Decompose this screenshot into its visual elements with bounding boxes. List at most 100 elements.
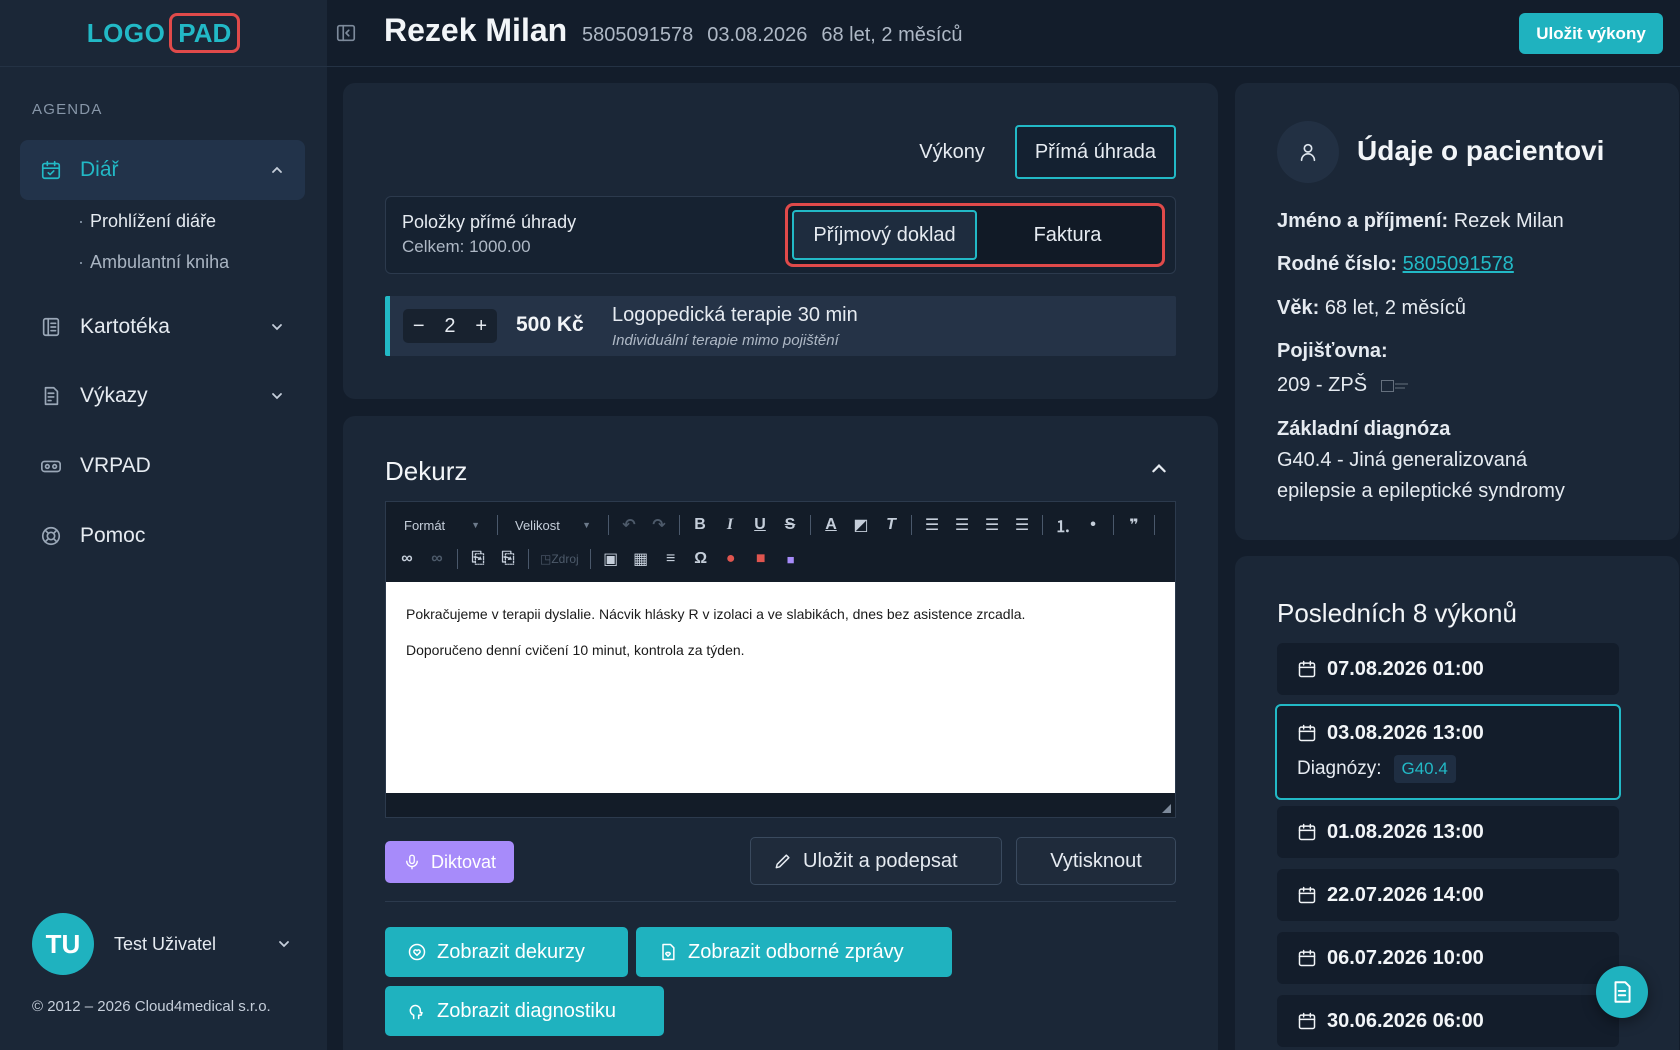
nav-section-agenda: AGENDA <box>32 101 103 118</box>
brand-logo[interactable]: LOGO PAD <box>0 0 327 67</box>
visit-item[interactable]: 07.08.2026 01:00 <box>1277 643 1619 695</box>
sidebar-item-pomoc[interactable]: Pomoc <box>20 506 305 566</box>
calendar-icon <box>1298 1012 1316 1030</box>
tab-vykony[interactable]: Výkony <box>899 125 1005 179</box>
source-icon: ◳ <box>540 552 552 566</box>
document-type-toggle: Příjmový doklad Faktura <box>785 203 1165 267</box>
source-label: Zdroj <box>551 552 579 566</box>
size-select[interactable]: Velikost ▼ <box>505 513 601 537</box>
patient-rc-link[interactable]: 5805091578 <box>1403 253 1514 275</box>
strikethrough-icon[interactable]: S <box>777 513 803 537</box>
patient-age-label: Věk: <box>1277 297 1320 319</box>
table-icon[interactable]: ▦ <box>628 547 654 571</box>
editor-content[interactable]: Pokračujeme v terapii dyslalie. Nácvik h… <box>386 582 1175 793</box>
calendar-icon <box>1298 886 1316 904</box>
save-sign-button[interactable]: Uložit a podepsat <box>750 837 1002 885</box>
undo-icon[interactable]: ↶ <box>616 513 642 537</box>
format-select-label: Formát <box>404 517 446 533</box>
ai-icon[interactable]: ■ <box>778 547 804 571</box>
speech-bubble-icon[interactable]: ● <box>718 547 744 571</box>
insurance-label-text: Pojišťovna: <box>1277 340 1388 362</box>
show-dekurz-button[interactable]: Zobrazit dekurzy <box>385 927 628 977</box>
quantity-stepper: − 2 + <box>403 309 497 343</box>
bullet-list-icon[interactable]: • <box>1080 513 1106 537</box>
numbered-list-icon[interactable]: ⒈ <box>1050 513 1076 537</box>
paste-word-icon[interactable]: ⎘ <box>495 547 521 571</box>
clear-format-icon[interactable]: T <box>878 513 904 537</box>
italic-icon[interactable]: I <box>717 513 743 537</box>
decrement-button[interactable]: − <box>413 315 425 338</box>
link-icon[interactable]: ∞ <box>394 547 420 571</box>
special-char-icon[interactable]: Ω <box>688 547 714 571</box>
sidebar-item-diar[interactable]: Diář <box>20 140 305 200</box>
calendar-icon <box>1298 660 1316 678</box>
document-icon <box>1614 981 1631 1003</box>
sidebar-item-vrpad[interactable]: VRPAD <box>20 436 305 496</box>
visit-item-selected[interactable]: 03.08.2026 13:00 Diagnózy: G40.4 <box>1275 704 1621 800</box>
source-button[interactable]: ◳ Zdroj <box>536 547 583 571</box>
tab-prima-uhrada[interactable]: Přímá úhrada <box>1014 125 1176 179</box>
format-select[interactable]: Formát ▼ <box>394 513 490 537</box>
document-template-icon[interactable]: ■ <box>748 547 774 571</box>
image-icon[interactable]: ▣ <box>598 547 624 571</box>
sidebar-subitem-ambulantni-kniha[interactable]: Ambulantní kniha <box>78 252 229 273</box>
sidebar-item-label: Kartotéka <box>80 315 170 338</box>
visit-diagnoses: Diagnózy: G40.4 <box>1297 754 1456 783</box>
rich-text-editor: Formát ▼ Velikost ▼ ↶ ↷ B I U S A ◩ T ☰ ☰ … <box>385 501 1176 818</box>
background-color-icon[interactable]: ◩ <box>848 513 874 537</box>
text-color-icon[interactable]: A <box>818 513 844 537</box>
user-menu[interactable]: TU Test Uživatel <box>32 912 292 976</box>
visit-item[interactable]: 22.07.2026 14:00 <box>1277 869 1619 921</box>
toolbar-separator <box>528 549 529 569</box>
unlink-icon[interactable]: ∞ <box>424 547 450 571</box>
diagnosis-label: Základní diagnóza <box>1277 418 1450 441</box>
visit-item[interactable]: 01.08.2026 13:00 <box>1277 806 1619 858</box>
redo-icon[interactable]: ↷ <box>646 513 672 537</box>
patient-age: 68 let, 2 měsíců <box>821 24 963 46</box>
editor-footer <box>386 793 1175 817</box>
toolbar-separator <box>810 515 811 535</box>
receipt-button[interactable]: Příjmový doklad <box>792 210 977 260</box>
chevron-down-icon <box>272 324 282 331</box>
bold-icon[interactable]: B <box>687 513 713 537</box>
toolbar-separator <box>911 515 912 535</box>
print-button[interactable]: Vytisknout <box>1016 837 1176 885</box>
dictate-button[interactable]: Diktovat <box>385 841 515 883</box>
service-price: 500 Kč <box>516 313 584 336</box>
insurance-label: Pojišťovna: <box>1277 340 1388 363</box>
visit-item[interactable]: 06.07.2026 10:00 <box>1277 932 1619 984</box>
align-left-icon[interactable]: ☰ <box>919 513 945 537</box>
horizontal-line-icon[interactable]: ≡ <box>658 547 684 571</box>
show-diagnostics-button[interactable]: Zobrazit diagnostiku <box>385 986 664 1036</box>
patient-info-card: Údaje o pacientovi Jméno a příjmení: Rez… <box>1235 83 1679 540</box>
diagnosis-line-2: epilepsie a epileptické syndromy <box>1277 480 1565 502</box>
resize-handle[interactable] <box>1162 804 1171 813</box>
sidebar-subitem-prohlizeni[interactable]: Prohlížení diáře <box>78 211 216 232</box>
visit-date: 03.08.2026 <box>707 24 808 46</box>
align-center-icon[interactable]: ☰ <box>949 513 975 537</box>
paste-text-icon[interactable]: ⎘ <box>465 547 491 571</box>
save-services-button[interactable]: Uložit výkony <box>1519 13 1663 54</box>
show-dekurz-label: Zobrazit dekurzy <box>437 940 585 963</box>
collapse-dekurz-button[interactable] <box>1150 460 1168 478</box>
increment-button[interactable]: + <box>475 315 487 338</box>
visit-item[interactable]: 30.06.2026 06:00 <box>1277 995 1619 1047</box>
avatar: TU <box>32 913 94 975</box>
sidebar-item-vykazy[interactable]: Výkazy <box>20 366 305 426</box>
payment-tabs: Výkony Přímá úhrada <box>899 125 1176 179</box>
dekurz-title: Dekurz <box>385 456 468 486</box>
patient-rc-label: Rodné číslo: <box>1277 253 1398 275</box>
size-select-label: Velikost <box>515 517 560 533</box>
blockquote-icon[interactable]: ❞ <box>1121 513 1147 537</box>
vr-headset-icon <box>41 460 61 473</box>
notes-fab-button[interactable] <box>1596 966 1648 1018</box>
sidebar-item-kartoteka[interactable]: Kartotéka <box>20 297 305 357</box>
underline-icon[interactable]: U <box>747 513 773 537</box>
invoice-button[interactable]: Faktura <box>977 210 1158 260</box>
align-justify-icon[interactable]: ☰ <box>1009 513 1035 537</box>
collapse-sidebar-button[interactable] <box>335 22 357 44</box>
show-reports-button[interactable]: Zobrazit odborné zprávy <box>636 927 952 977</box>
align-right-icon[interactable]: ☰ <box>979 513 1005 537</box>
show-reports-label: Zobrazit odborné zprávy <box>688 940 904 963</box>
chevron-down-icon <box>279 941 289 948</box>
